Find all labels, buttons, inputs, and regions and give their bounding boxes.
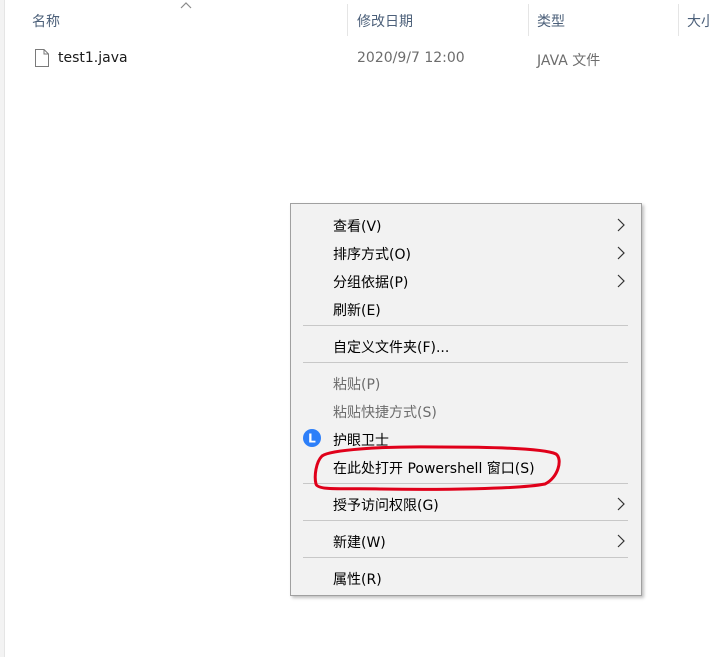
chevron-right-icon [617, 246, 625, 260]
sort-ascending-icon[interactable] [180, 1, 192, 9]
menu-item-group-by[interactable]: 分组依据(P) [291, 266, 641, 294]
menu-item-label: 属性(R) [333, 572, 382, 588]
menu-item-label: 授予访问权限(G) [333, 498, 439, 514]
navigation-pane-edge [0, 0, 5, 657]
column-divider[interactable] [528, 4, 529, 36]
menu-item-paste-shortcut[interactable]: 粘贴快捷方式(S) [291, 396, 641, 424]
menu-item-label: 粘贴快捷方式(S) [333, 405, 437, 421]
menu-item-paste[interactable]: 粘贴(P) [291, 368, 641, 396]
menu-separator [303, 483, 628, 484]
menu-item-label: 粘贴(P) [333, 377, 381, 393]
chevron-right-icon [617, 218, 625, 232]
menu-item-label: 排序方式(O) [333, 247, 411, 263]
menu-item-customize-folder[interactable]: 自定义文件夹(F)... [291, 331, 641, 359]
context-menu: 查看(V) 排序方式(O) 分组依据(P) 刷新(E) 自定义文件夹(F)...… [290, 203, 642, 596]
column-header-bar: 名称 修改日期 类型 大小 [0, 0, 710, 40]
menu-item-label: 新建(W) [333, 535, 386, 551]
menu-item-refresh[interactable]: 刷新(E) [291, 294, 641, 322]
menu-item-label: 在此处打开 Powershell 窗口(S) [333, 461, 535, 477]
menu-item-label: 自定义文件夹(F)... [333, 340, 450, 356]
column-divider[interactable] [347, 4, 348, 36]
menu-item-grant-access[interactable]: 授予访问权限(G) [291, 489, 641, 517]
menu-separator [303, 325, 628, 326]
menu-separator [303, 557, 628, 558]
chevron-right-icon [617, 497, 625, 511]
column-header-name[interactable]: 名称 [32, 11, 60, 31]
column-header-date[interactable]: 修改日期 [357, 11, 413, 31]
svg-text:L: L [308, 432, 316, 446]
menu-item-view[interactable]: 查看(V) [291, 210, 641, 238]
file-icon [35, 49, 49, 67]
column-header-size[interactable]: 大小 [687, 11, 710, 31]
chevron-right-icon [617, 534, 625, 548]
menu-item-label: 护眼卫士 [333, 433, 389, 449]
menu-item-new[interactable]: 新建(W) [291, 526, 641, 554]
menu-item-label: 刷新(E) [333, 303, 381, 319]
menu-separator [303, 362, 628, 363]
chevron-right-icon [617, 274, 625, 288]
menu-item-properties[interactable]: 属性(R) [291, 563, 641, 591]
eye-guard-logo-icon: L [303, 429, 321, 447]
file-row[interactable]: test1.java 2020/9/7 12:00 JAVA 文件 [24, 46, 624, 72]
file-modified-date: 2020/9/7 12:00 [357, 50, 465, 66]
column-header-type[interactable]: 类型 [537, 11, 565, 31]
menu-item-eye-guard[interactable]: L 护眼卫士 [291, 424, 641, 452]
menu-separator [303, 520, 628, 521]
file-type: JAVA 文件 [537, 53, 601, 69]
menu-item-open-powershell[interactable]: 在此处打开 Powershell 窗口(S) [291, 452, 641, 480]
menu-item-label: 查看(V) [333, 219, 382, 235]
menu-item-sort-by[interactable]: 排序方式(O) [291, 238, 641, 266]
menu-item-label: 分组依据(P) [333, 275, 409, 291]
file-name: test1.java [58, 50, 128, 66]
column-divider[interactable] [678, 4, 679, 36]
